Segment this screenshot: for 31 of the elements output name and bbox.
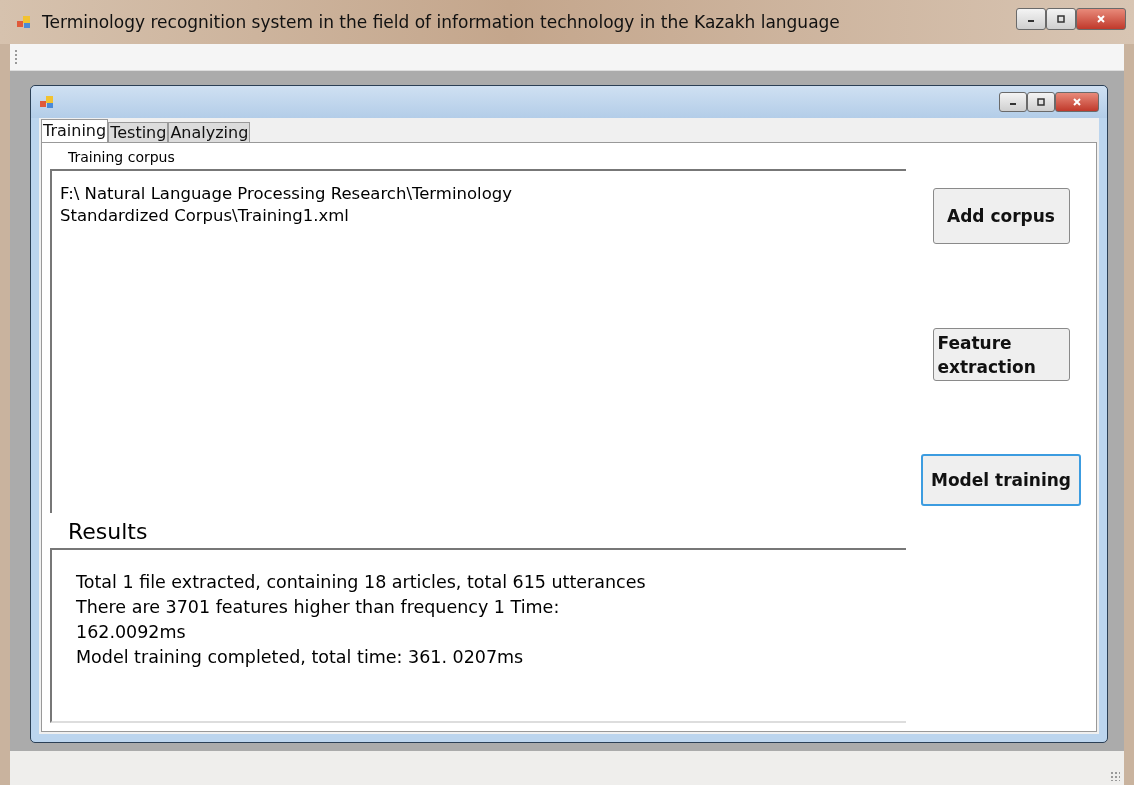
result-line: 162.0092ms xyxy=(76,621,187,644)
maximize-icon xyxy=(1036,97,1046,107)
tab[interactable]: Training xyxy=(41,119,109,142)
action-button[interactable]: Model training xyxy=(921,454,1081,506)
results-label: Results xyxy=(67,518,149,546)
resize-grip-icon xyxy=(1110,771,1120,781)
results-text-area[interactable]: Total 1 file extracted, containing 18 articles, total 615 utterances There are 3701 features higher than frequency 1 Time: 162.0092ms Model training completed, total time: 361. 0207ms xyxy=(50,548,906,723)
action-button[interactable]: Add corpus xyxy=(932,188,1070,244)
close-button[interactable] xyxy=(1055,92,1099,112)
maximize-icon xyxy=(1056,14,1066,24)
minimize-button[interactable] xyxy=(1016,8,1046,30)
window-title: Terminology recognition system in the field of information technology in the Kazakh language xyxy=(42,12,841,32)
close-icon xyxy=(1072,97,1082,107)
close-button[interactable] xyxy=(1076,8,1126,30)
minimize-button[interactable] xyxy=(999,92,1027,112)
result-line: There are 3701 features higher than frequency 1 Time: xyxy=(76,596,561,619)
grip-icon xyxy=(15,50,19,64)
action-button[interactable]: Feature extraction xyxy=(932,328,1070,381)
result-line: Total 1 file extracted, containing 18 articles, total 615 utterances xyxy=(76,571,647,594)
app-icon xyxy=(39,94,55,110)
tab[interactable]: Analyzing xyxy=(168,122,251,142)
result-line: Model training completed, total time: 361. 0207ms xyxy=(76,646,525,669)
file-path-text: Standardized Corpus\Training1.xml xyxy=(60,205,350,227)
corpus-text-area[interactable]: F:\ Natural Language Processing Research\Terminology Standardized Corpus\Training1.xml xyxy=(50,169,906,513)
group-label: Training corpus xyxy=(67,148,176,167)
close-icon xyxy=(1096,14,1106,24)
tab[interactable]: Testing xyxy=(108,122,169,142)
maximize-button[interactable] xyxy=(1027,92,1055,112)
app-icon xyxy=(16,14,32,30)
maximize-button[interactable] xyxy=(1046,8,1076,30)
file-path-text: F:\ Natural Language Processing Research\Terminology xyxy=(60,183,513,205)
